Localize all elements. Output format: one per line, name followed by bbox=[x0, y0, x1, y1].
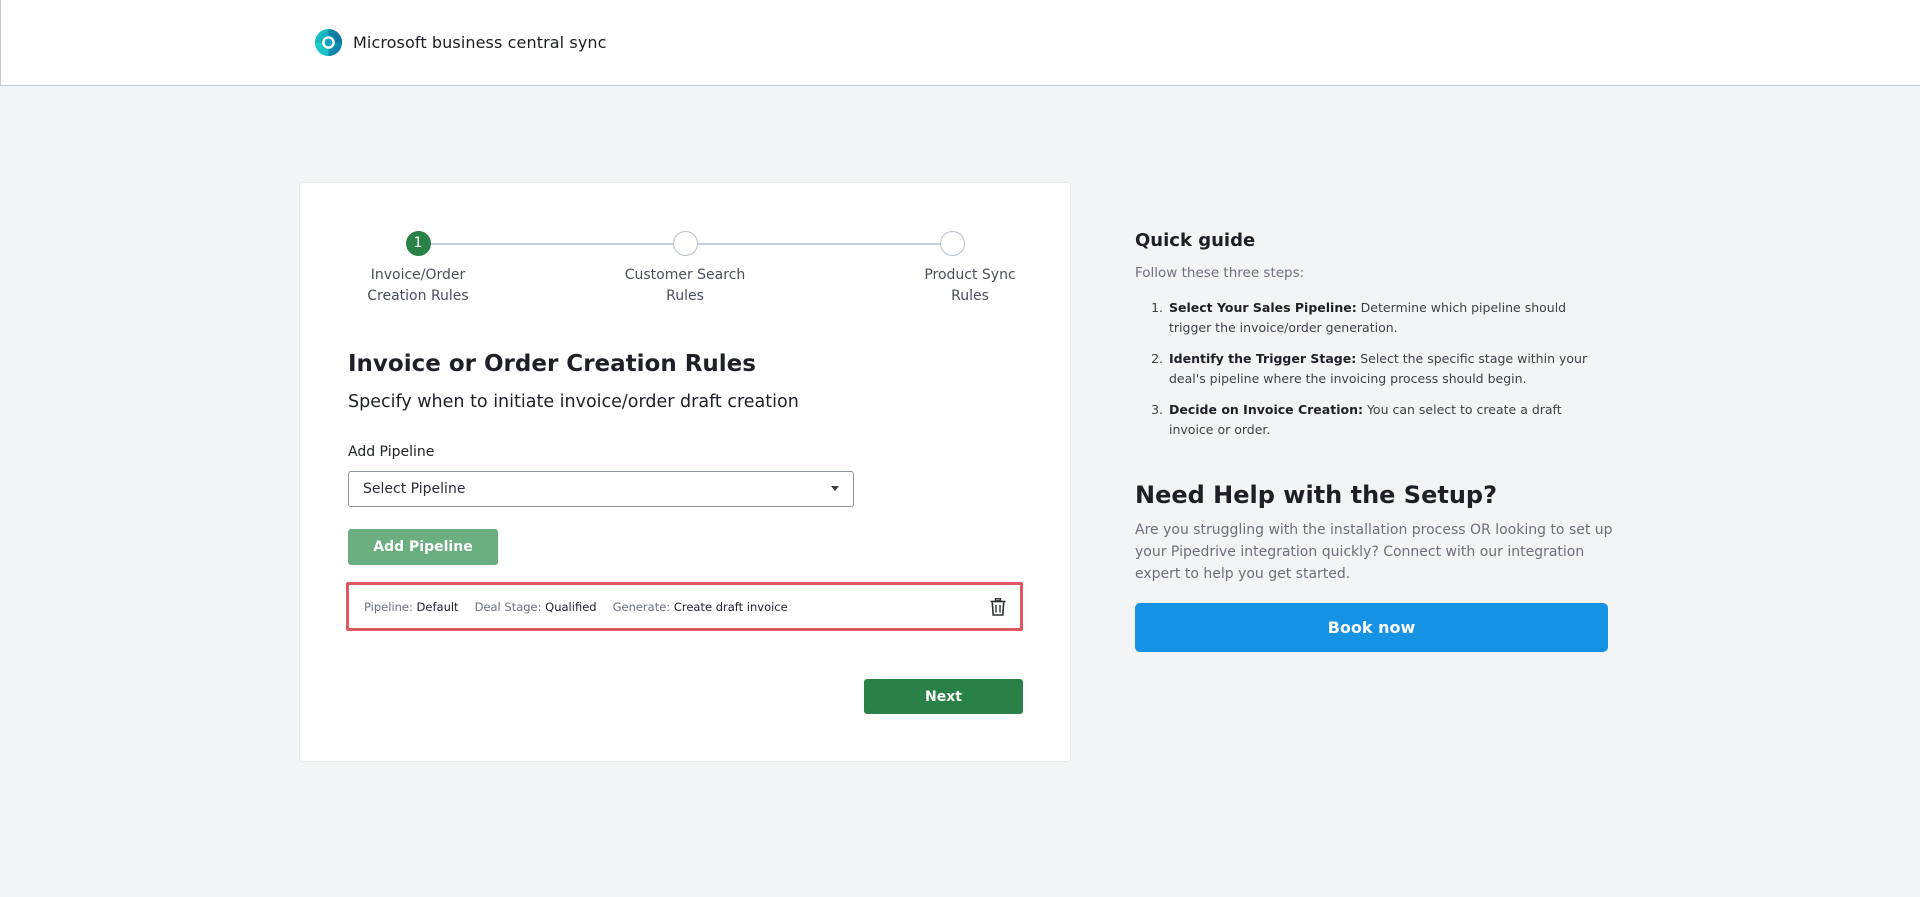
pipeline-rule-row: Pipeline: Default Deal Stage: Qualified … bbox=[346, 582, 1023, 631]
setup-card: 1 Invoice/Order Creation Rules Customer … bbox=[299, 182, 1071, 762]
rule-pipeline-value: Default bbox=[416, 599, 459, 614]
rule-deal-stage: Deal Stage: Qualified bbox=[475, 600, 597, 614]
book-now-button[interactable]: Book now bbox=[1135, 603, 1608, 652]
rule-stage-key: Deal Stage: bbox=[474, 599, 542, 614]
app-name: Microsoft business central sync bbox=[353, 32, 607, 52]
guide-step-title: Select Your Sales Pipeline: bbox=[1169, 300, 1357, 315]
guide-step-title: Identify the Trigger Stage: bbox=[1169, 351, 1357, 366]
caret-down-icon bbox=[831, 486, 839, 491]
step-indicator bbox=[672, 231, 698, 256]
trash-icon[interactable] bbox=[990, 598, 1006, 616]
rule-pipeline-key: Pipeline: bbox=[364, 599, 413, 614]
step-invoice-order-creation-rules[interactable]: 1 Invoice/Order Creation Rules bbox=[343, 231, 493, 307]
next-button[interactable]: Next bbox=[864, 679, 1023, 714]
quick-guide-steps: Select Your Sales Pipeline: Determine wh… bbox=[1135, 298, 1610, 440]
step-indicator bbox=[939, 231, 965, 256]
top-bar: Microsoft business central sync bbox=[0, 0, 1920, 86]
pipeline-select-value: Select Pipeline bbox=[363, 481, 466, 497]
page-subtitle: Specify when to initiate invoice/order d… bbox=[348, 392, 799, 412]
guide-step: Select Your Sales Pipeline: Determine wh… bbox=[1167, 298, 1610, 338]
guide-step: Decide on Invoice Creation: You can sele… bbox=[1167, 400, 1610, 440]
brand: Microsoft business central sync bbox=[313, 26, 607, 58]
step-indicator: 1 bbox=[405, 231, 431, 256]
rule-stage-value: Qualified bbox=[545, 599, 597, 614]
step-label: Customer Search Rules bbox=[624, 267, 746, 304]
pipeline-select[interactable]: Select Pipeline bbox=[348, 471, 854, 507]
guide-step-title: Decide on Invoice Creation: bbox=[1169, 402, 1363, 417]
rule-generate-value: Create draft invoice bbox=[673, 599, 788, 614]
quick-guide-intro: Follow these three steps: bbox=[1135, 265, 1305, 281]
quick-guide-title: Quick guide bbox=[1135, 230, 1256, 251]
help-title: Need Help with the Setup? bbox=[1135, 481, 1498, 509]
quick-guide: Quick guide Follow these three steps: Se… bbox=[1135, 230, 1610, 451]
rule-generate: Generate: Create draft invoice bbox=[613, 600, 788, 614]
step-product-sync-rules[interactable]: Product Sync Rules bbox=[877, 231, 1027, 307]
rule-generate-key: Generate: bbox=[612, 599, 671, 614]
rule-pipeline: Pipeline: Default bbox=[364, 600, 459, 614]
help-text: Are you struggling with the installation… bbox=[1135, 522, 1613, 582]
pipeline-field-label: Add Pipeline bbox=[348, 444, 435, 460]
guide-step: Identify the Trigger Stage: Select the s… bbox=[1167, 349, 1610, 389]
step-label: Product Sync Rules bbox=[924, 267, 1016, 304]
step-label: Invoice/Order Creation Rules bbox=[367, 267, 469, 304]
page-title: Invoice or Order Creation Rules bbox=[348, 351, 756, 377]
add-pipeline-button[interactable]: Add Pipeline bbox=[348, 529, 498, 565]
business-central-logo-icon bbox=[314, 28, 343, 56]
step-customer-search-rules[interactable]: Customer Search Rules bbox=[610, 231, 760, 307]
